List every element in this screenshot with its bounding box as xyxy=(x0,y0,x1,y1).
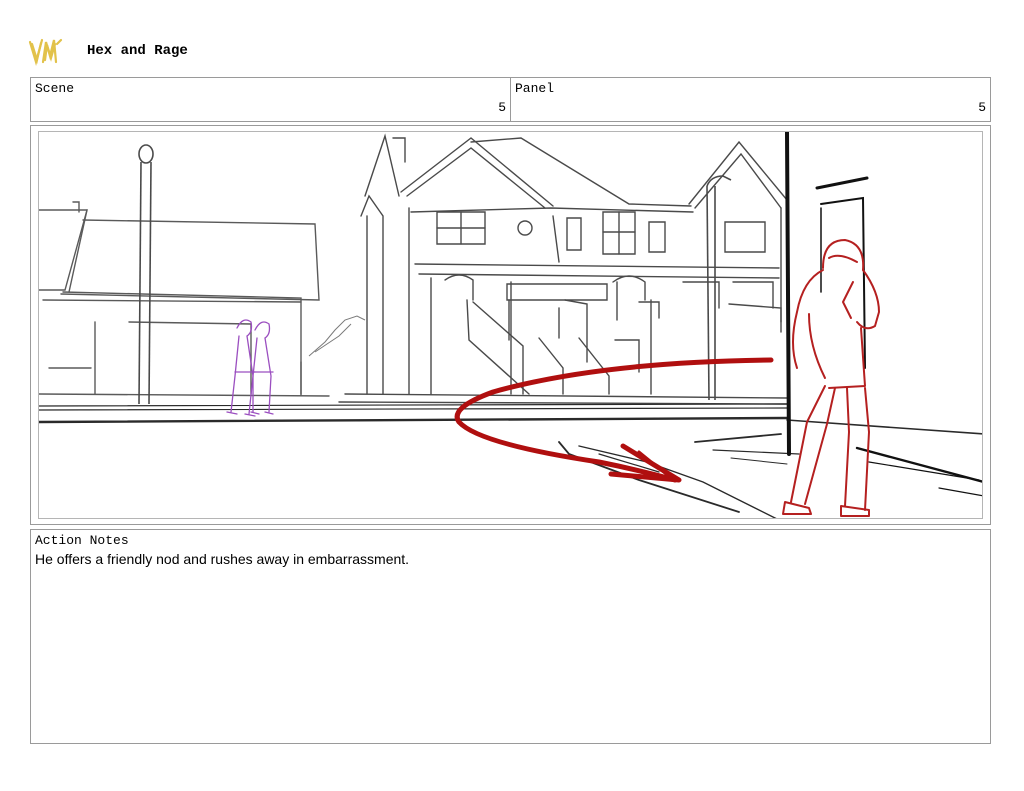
sidewalk-lines xyxy=(39,403,982,518)
storyboard-panel xyxy=(30,125,991,525)
scene-cell: Scene 5 xyxy=(31,78,510,121)
left-house-sketch xyxy=(39,201,330,397)
panel-cell: Panel 5 xyxy=(510,78,990,121)
action-notes: Action Notes He offers a friendly nod an… xyxy=(30,529,991,744)
shrub-sketch xyxy=(308,315,366,357)
project-title: Hex and Rage xyxy=(87,43,188,59)
storyboard-drawing xyxy=(38,131,983,519)
street-lamp-left xyxy=(138,144,154,405)
info-row: Scene 5 Panel 5 xyxy=(30,77,991,122)
panel-label: Panel xyxy=(515,81,555,96)
girls-figures xyxy=(226,319,274,417)
action-notes-text: He offers a friendly nod and rushes away… xyxy=(35,551,410,567)
panel-value: 5 xyxy=(978,100,986,115)
scene-label: Scene xyxy=(35,81,75,96)
vm-logo-icon xyxy=(28,36,64,68)
scene-value: 5 xyxy=(498,100,506,115)
action-notes-label: Action Notes xyxy=(35,533,129,548)
building-edge xyxy=(785,132,982,497)
